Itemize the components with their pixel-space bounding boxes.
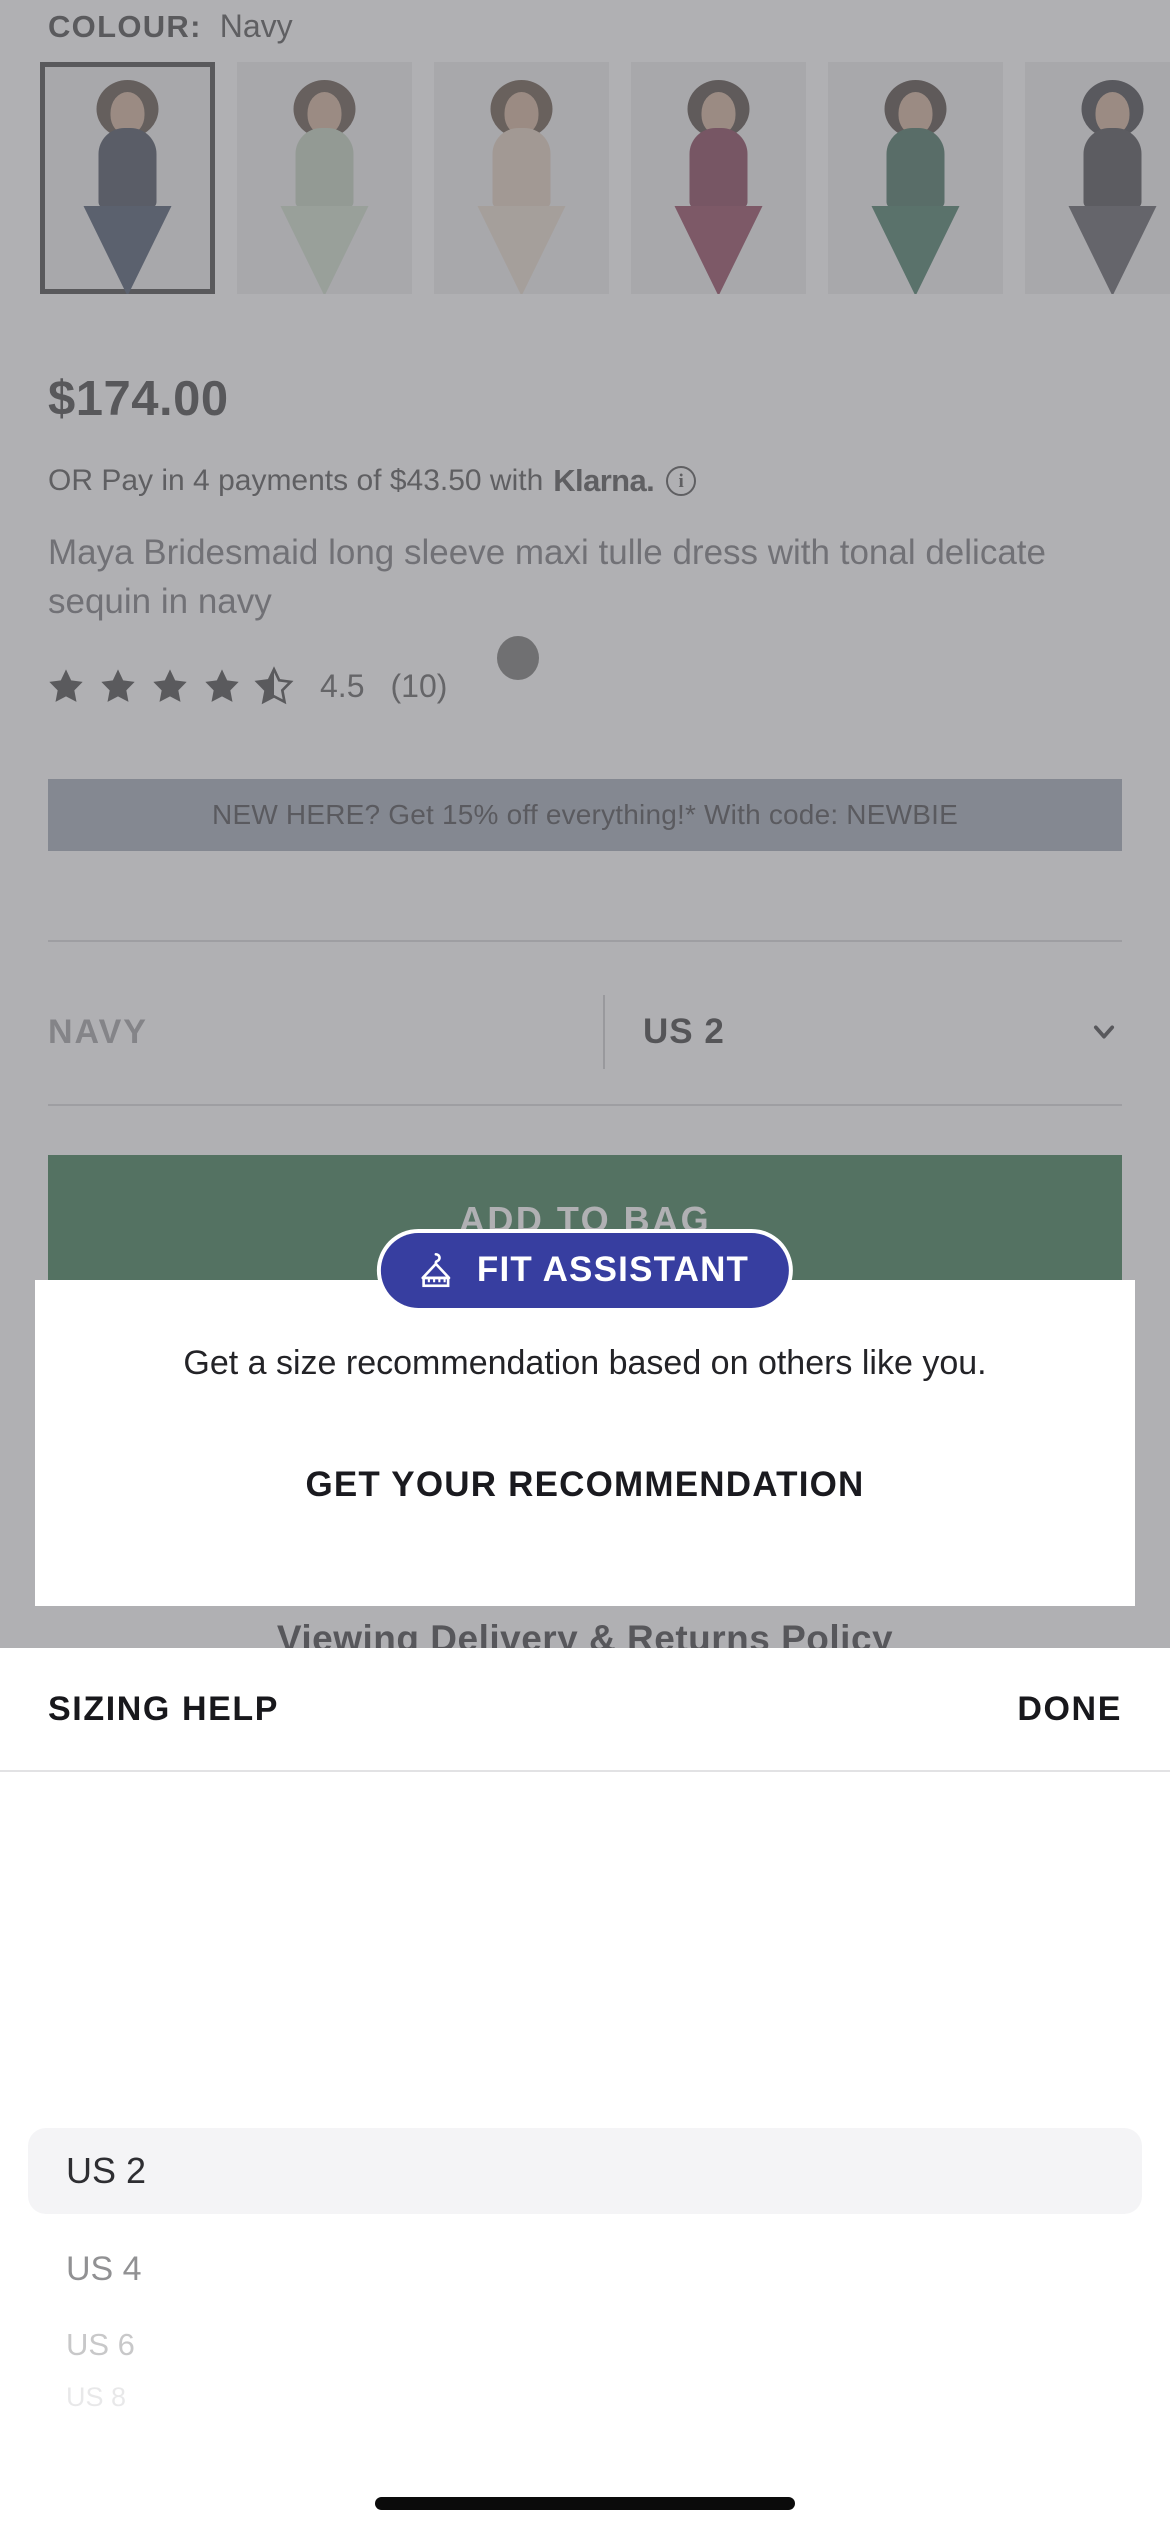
sheet-toolbar: SIZING HELP DONE (0, 1648, 1170, 1770)
fit-assistant-description: Get a size recommendation based on other… (183, 1344, 987, 1382)
size-option-label: US 6 (66, 2327, 135, 2362)
get-your-recommendation-button[interactable]: GET YOUR RECOMMENDATION (35, 1465, 1135, 1505)
size-option-label: US 4 (66, 2249, 142, 2288)
fit-assistant-pill-label: FIT ASSISTANT (476, 1250, 750, 1289)
size-option[interactable]: US 4 (28, 2234, 1142, 2304)
sizing-help-button[interactable]: SIZING HELP (48, 1690, 279, 1729)
fit-assistant-pill[interactable]: FIT ASSISTANT (380, 1233, 790, 1308)
home-indicator (375, 2497, 795, 2510)
done-button[interactable]: DONE (1017, 1690, 1122, 1729)
size-picker-wheel[interactable]: US 2 US 4 US 6 US 8 (0, 1772, 1170, 2472)
size-picker-sheet: SIZING HELP DONE US 2 US 4 US 6 US 8 (0, 1648, 1170, 2532)
size-option-label: US 8 (66, 2381, 127, 2412)
touch-point-indicator (497, 636, 539, 680)
hanger-ruler-icon (421, 1252, 451, 1288)
size-option-label: US 2 (66, 2150, 147, 2191)
fit-assistant-card: FIT ASSISTANT Get a size recommendation … (35, 1233, 1135, 1606)
size-option[interactable]: US 6 (28, 2316, 1142, 2374)
size-option[interactable]: US 2 (28, 2128, 1142, 2214)
size-option[interactable]: US 8 (28, 2374, 1142, 2420)
